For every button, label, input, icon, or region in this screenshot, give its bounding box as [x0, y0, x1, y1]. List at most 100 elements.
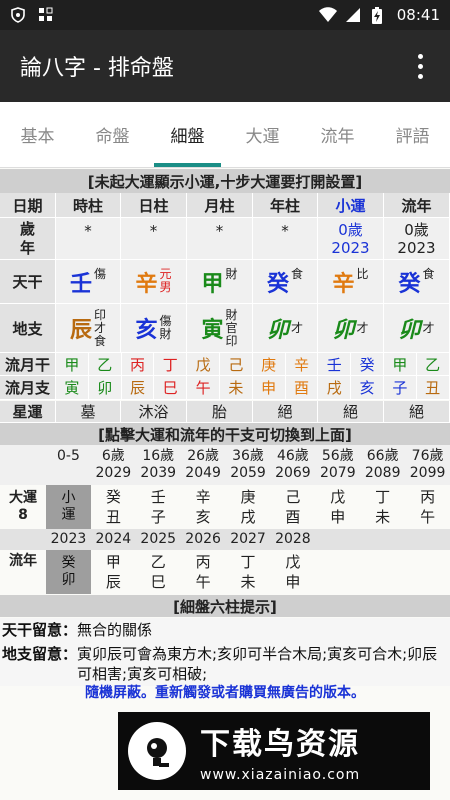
- ad-notice-link[interactable]: 隨機屏蔽。重新觸發或者購買無廣告的版本。: [0, 682, 450, 702]
- flow-zhi-7[interactable]: 酉: [285, 376, 319, 400]
- dizhi-cell-5[interactable]: 卯才: [384, 304, 450, 353]
- dizhi-char-3: 卯: [266, 318, 289, 343]
- flow-zhi-0[interactable]: 寅: [56, 376, 89, 400]
- liunian-pillar-1[interactable]: 乙巳: [136, 550, 181, 594]
- flow-gan-9[interactable]: 癸: [351, 353, 384, 376]
- liunian-pillar-0[interactable]: 甲辰: [91, 550, 136, 594]
- dizhi-cell-2[interactable]: 寅財官印: [187, 304, 253, 353]
- age-label: 歲年: [0, 218, 56, 260]
- dayun-range-year-8: 2099: [409, 465, 446, 481]
- liunian-pillar-4[interactable]: 戊申: [270, 550, 315, 594]
- tab-3[interactable]: 大運: [225, 102, 300, 167]
- dizhi-wrap-5: 卯才: [398, 312, 434, 344]
- dizhi-sub-5-0: 才: [422, 320, 435, 335]
- dizhi-cell-0[interactable]: 辰印才食: [56, 304, 121, 353]
- header-1[interactable]: 時柱: [56, 193, 121, 218]
- dizhi-char-1: 亥: [135, 318, 158, 343]
- tiangan-wrap-2: 甲財: [201, 266, 237, 298]
- flow-gan-10[interactable]: 甲: [383, 353, 417, 376]
- tiangan-char-4: 辛: [332, 271, 355, 297]
- tab-4[interactable]: 流年: [300, 102, 375, 167]
- dizhi-char-4: 卯: [332, 318, 355, 343]
- tiangan-cell-3[interactable]: 癸食: [253, 260, 318, 304]
- banner-url: www.xiazainiao.com: [200, 767, 361, 783]
- flow-zhi-10[interactable]: 子: [383, 376, 417, 400]
- flow-zhi-11[interactable]: 丑: [416, 376, 450, 400]
- tiangan-cell-2[interactable]: 甲財: [187, 260, 253, 304]
- dizhi-cell-4[interactable]: 卯才: [318, 304, 384, 353]
- age-cell-1: *: [121, 218, 187, 260]
- tab-0[interactable]: 基本: [0, 102, 75, 167]
- age-xiaoyun[interactable]: 0歲 2023: [318, 218, 384, 260]
- flow-gan-5[interactable]: 己: [219, 353, 253, 376]
- liunian-year-empty: [405, 529, 450, 550]
- flow-gan-3[interactable]: 丁: [154, 353, 188, 376]
- flow-zhi-3[interactable]: 巳: [154, 376, 188, 400]
- dayun-pillar-4[interactable]: 己酉: [270, 485, 315, 529]
- flow-gan-6[interactable]: 庚: [252, 353, 286, 376]
- tiangan-cell-1[interactable]: 辛元男: [121, 260, 187, 304]
- dayun-range-2: 16歲 2039: [136, 445, 181, 485]
- header-2[interactable]: 日柱: [121, 193, 187, 218]
- dayun-label-num: 8: [18, 507, 28, 523]
- flow-zhi-1[interactable]: 卯: [88, 376, 122, 400]
- flow-zhi-9[interactable]: 亥: [351, 376, 384, 400]
- dizhi-cell-1[interactable]: 亥傷財: [121, 304, 187, 353]
- dizhi-wrap-3: 卯才: [267, 312, 303, 344]
- flow-zhi-6[interactable]: 申: [252, 376, 286, 400]
- dayun-pillar-5[interactable]: 戊申: [315, 485, 360, 529]
- dayun-first[interactable]: 小運: [46, 485, 91, 529]
- dayun-pillar-3[interactable]: 庚戌: [226, 485, 271, 529]
- dayun-pillar-7[interactable]: 丙午: [405, 485, 450, 529]
- flow-gan-0[interactable]: 甲: [56, 353, 89, 376]
- liunian-first[interactable]: 癸卯: [46, 550, 91, 594]
- header-4[interactable]: 年柱: [253, 193, 318, 218]
- flow-zhi-2[interactable]: 辰: [121, 376, 155, 400]
- dayun-pillar-0[interactable]: 癸丑: [91, 485, 136, 529]
- tiangan-cell-5[interactable]: 癸食: [384, 260, 450, 304]
- dayun-age-blank: [0, 445, 46, 485]
- note-value-0: 無合的關係: [77, 621, 153, 639]
- age-liunian[interactable]: 0歲 2023: [384, 218, 450, 260]
- dizhi-cell-3[interactable]: 卯才: [253, 304, 318, 353]
- flow-gan-7[interactable]: 辛: [285, 353, 319, 376]
- header-5[interactable]: 小運: [318, 193, 384, 218]
- flow-gan-8[interactable]: 壬: [318, 353, 352, 376]
- flow-zhi-8[interactable]: 戌: [318, 376, 352, 400]
- tiangan-cell-4[interactable]: 辛比: [318, 260, 384, 304]
- flow-zhi-5[interactable]: 未: [219, 376, 253, 400]
- dayun-pillar-1[interactable]: 壬子: [136, 485, 181, 529]
- more-options-icon[interactable]: [410, 51, 430, 81]
- header-6[interactable]: 流年: [384, 193, 450, 218]
- dayun-pillar-row: 大運 8 小運癸丑壬子辛亥庚戌己酉戊申丁未丙午: [0, 485, 450, 529]
- flow-zhi-4[interactable]: 午: [187, 376, 220, 400]
- dizhi-sub-2-1: 官: [225, 320, 238, 335]
- age-label-char: 年: [19, 238, 35, 257]
- dayun-range-4: 36歲 2059: [226, 445, 271, 485]
- flow-gan-1[interactable]: 乙: [88, 353, 122, 376]
- app-root: 08:41 論八字 - 排命盤 基本 命盤 細盤 大運 流年 評語 [未起大運顯示小運,十…: [0, 0, 450, 800]
- dizhi-wrap-4: 卯才: [332, 312, 368, 344]
- tab-5[interactable]: 評語: [375, 102, 450, 167]
- app-title: 論八字 - 排命盤: [20, 56, 174, 81]
- dayun-pillar-6[interactable]: 丁未: [360, 485, 405, 529]
- flow-gan-11[interactable]: 乙: [416, 353, 450, 376]
- xingyun-1: 沐浴: [121, 401, 187, 423]
- dayun-pillar-2[interactable]: 辛亥: [181, 485, 226, 529]
- ad-banner[interactable]: 下载鸟资源 www.xiazainiao.com: [118, 712, 430, 790]
- dayun-label: 大運 8: [0, 485, 46, 529]
- tab-1[interactable]: 命盤: [75, 102, 150, 167]
- flow-gan-4[interactable]: 戊: [187, 353, 220, 376]
- tab-2[interactable]: 細盤: [150, 102, 225, 167]
- dayun-pillar-gan-0: 癸: [105, 488, 121, 506]
- tiangan-sub-2: 財: [226, 267, 238, 281]
- liunian-pillar-2[interactable]: 丙午: [181, 550, 226, 594]
- header-3[interactable]: 月柱: [187, 193, 253, 218]
- liunian-pillar-3[interactable]: 丁未: [226, 550, 271, 594]
- tiangan-cell-0[interactable]: 壬傷: [56, 260, 121, 304]
- flow-gan-2[interactable]: 丙: [121, 353, 155, 376]
- hint-notes: 天干留意： 無合的關係 地支留意： 寅卯辰可會為東方木;亥卯可半合木局;寅亥可合木;卯…: [0, 618, 450, 686]
- dizhi-sub-5: 才: [422, 320, 435, 335]
- battery-charging-icon: [371, 7, 387, 24]
- xingyun-2: 胎: [187, 401, 253, 423]
